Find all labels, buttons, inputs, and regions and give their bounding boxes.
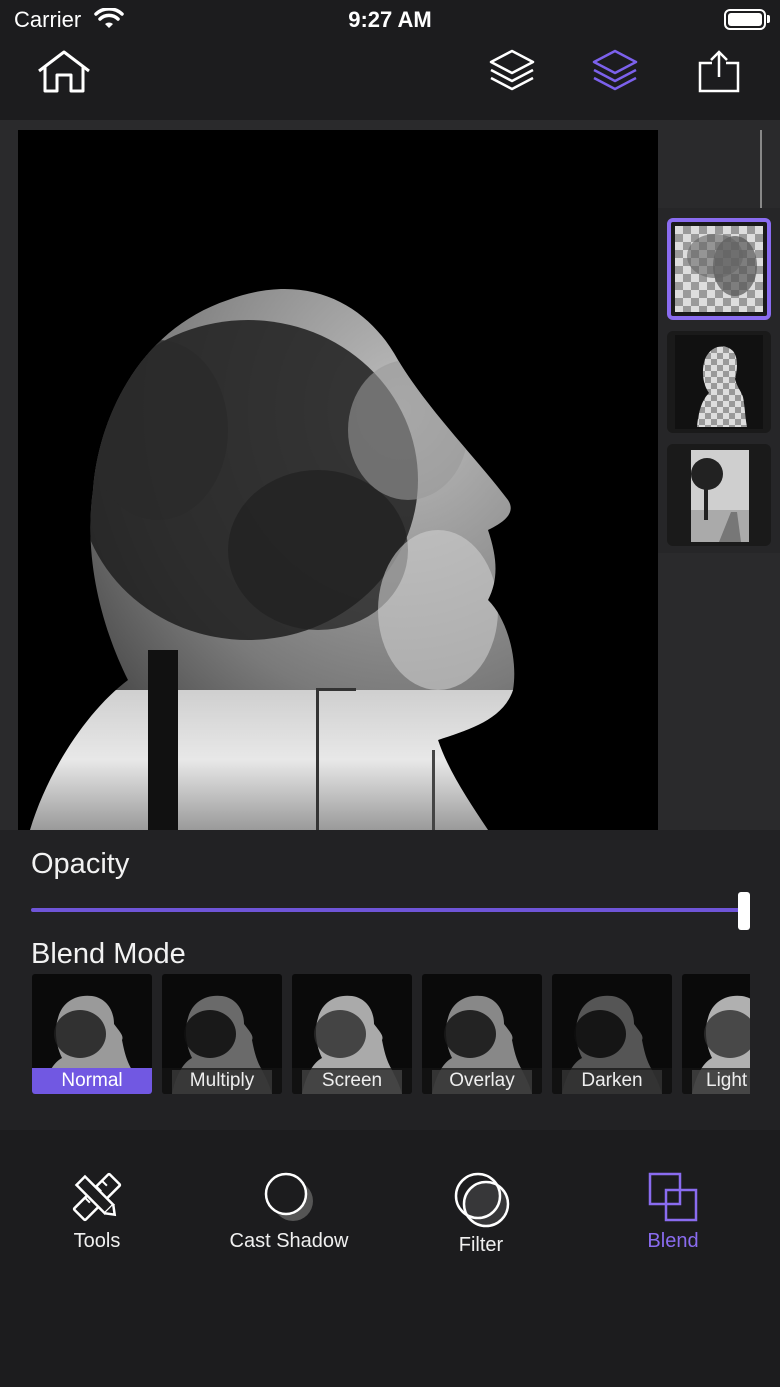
filter-icon	[454, 1172, 510, 1228]
blend-mode-multiply[interactable]: Multiply	[162, 974, 282, 1094]
tree-road-layer-preview	[691, 450, 749, 542]
blend-mode-label-screen: Screen	[292, 1068, 412, 1094]
share-icon	[698, 50, 740, 93]
status-bar: Carrier 9:27 AM	[0, 0, 780, 40]
home-icon	[38, 50, 90, 93]
tools-icon	[72, 1172, 122, 1222]
blend-mode-screen[interactable]: Screen	[292, 974, 412, 1094]
tab-tools[interactable]: Tools	[7, 1170, 187, 1270]
battery-tip	[767, 15, 770, 23]
opacity-label: Opacity	[31, 848, 130, 880]
adjustment-panel: Opacity Blend Mode Normal Multiply Scree…	[0, 830, 780, 1130]
tab-cast-shadow-label: Cast Shadow	[229, 1230, 349, 1252]
workspace	[0, 120, 780, 830]
status-time: 9:27 AM	[348, 7, 432, 32]
blend-mode-darken[interactable]: Darken	[552, 974, 672, 1094]
blend-mode-strip[interactable]: Normal Multiply Screen Overlay Darken Li…	[32, 974, 750, 1094]
opacity-slider-thumb[interactable]	[738, 892, 750, 930]
layer-thumb-tree-road[interactable]	[667, 444, 771, 546]
tab-filter[interactable]: Filter	[391, 1170, 571, 1270]
share-button[interactable]	[689, 46, 749, 96]
blend-mode-normal[interactable]: Normal	[32, 974, 152, 1094]
layers-button[interactable]	[482, 46, 542, 96]
portrait-layer-preview	[687, 234, 757, 296]
layers-panel-toggle[interactable]	[585, 46, 645, 96]
bottom-tab-bar: Tools Cast Shadow Filter Blend	[0, 1130, 780, 1387]
tab-cast-shadow[interactable]: Cast Shadow	[199, 1170, 379, 1270]
home-button[interactable]	[34, 46, 94, 96]
canvas-scrollbar[interactable]	[760, 130, 762, 210]
top-toolbar	[0, 40, 780, 120]
image-canvas[interactable]	[18, 130, 658, 830]
tab-blend-label: Blend	[647, 1230, 699, 1252]
opacity-slider-track[interactable]	[31, 908, 744, 912]
tab-filter-label: Filter	[458, 1234, 504, 1256]
layer-thumb-portrait[interactable]	[667, 218, 771, 320]
blend-icon	[648, 1172, 698, 1222]
blend-mode-overlay[interactable]: Overlay	[422, 974, 542, 1094]
blend-mode-label-darken: Darken	[552, 1068, 672, 1094]
blend-mode-label-multiply: Multiply	[162, 1068, 282, 1094]
cast-shadow-icon	[264, 1172, 313, 1221]
blend-mode-label-normal: Normal	[32, 1068, 152, 1094]
layer-thumb-silhouette[interactable]	[667, 331, 771, 433]
composite-image	[18, 130, 658, 830]
blend-mode-lighten[interactable]: Light	[682, 974, 750, 1094]
blend-mode-label: Blend Mode	[31, 938, 186, 970]
layers-panel	[658, 208, 780, 553]
layers-icon	[489, 49, 535, 91]
tab-tools-label: Tools	[73, 1230, 121, 1252]
silhouette-layer-preview	[675, 335, 763, 429]
blend-mode-label-overlay: Overlay	[422, 1068, 542, 1094]
tab-blend[interactable]: Blend	[583, 1170, 763, 1270]
blend-mode-label-lighten: Light	[682, 1068, 750, 1094]
battery-icon	[724, 9, 766, 30]
layers-active-icon	[592, 49, 638, 91]
